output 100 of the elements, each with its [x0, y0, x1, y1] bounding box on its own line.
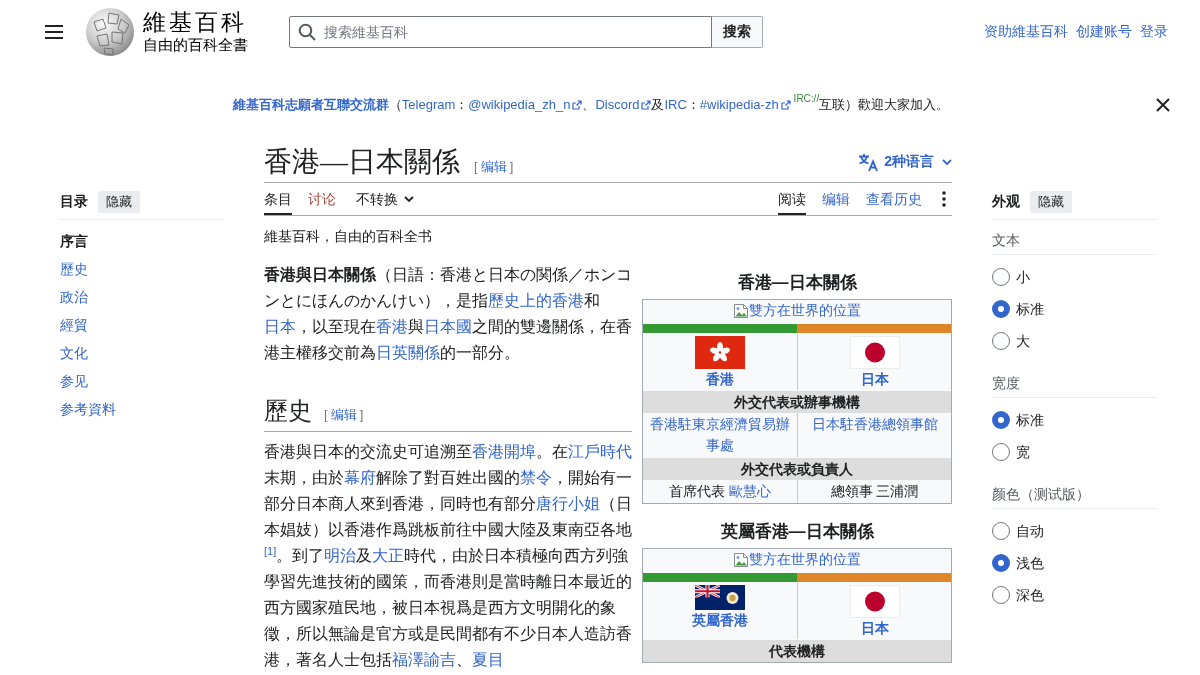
hide-button[interactable]: 隐藏 [1030, 191, 1072, 213]
more-options-icon[interactable] [942, 191, 946, 207]
radio-label[interactable]: 宽 [1016, 442, 1030, 462]
external-link[interactable]: Discord [595, 97, 652, 112]
infobox-header: 外交代表或辦事機構 [643, 391, 951, 413]
toc-item[interactable]: 經貿 [60, 311, 88, 339]
text-link[interactable]: 夏目 [472, 651, 504, 668]
reference-link[interactable]: [1] [264, 545, 277, 557]
toc-item[interactable]: 参见 [60, 367, 88, 395]
radio-button[interactable] [992, 332, 1010, 350]
section-heading: 歷史 [264, 397, 312, 426]
external-link-icon [780, 100, 791, 110]
page-title: 香港—日本關係 [264, 145, 460, 179]
radio-button[interactable] [992, 300, 1010, 318]
tab[interactable]: 编辑 [822, 183, 850, 215]
search-field[interactable]: 搜索維基百科 [289, 16, 712, 48]
group-label: 宽度 [992, 373, 1156, 398]
country-link[interactable]: 英屬香港 [692, 610, 748, 631]
broken-image-icon [733, 302, 749, 319]
radio-button[interactable] [992, 443, 1010, 461]
site-tagline: 自由的百科全書 [143, 36, 248, 55]
appearance-title: 外观 [992, 193, 1020, 211]
external-link-icon [641, 100, 652, 110]
infobox-link[interactable]: 香港駐東京經濟貿易辦事處 [647, 414, 793, 456]
text-link[interactable]: 日本 [264, 318, 296, 335]
flag-icon [849, 336, 900, 369]
radio-button[interactable] [992, 554, 1010, 572]
text-link[interactable]: 江戶時代 [568, 443, 632, 460]
radio-label[interactable]: 标准 [1016, 410, 1044, 430]
flag-icon [849, 585, 900, 618]
header-link[interactable]: 资助維基百科 [984, 23, 1068, 41]
toc-item[interactable]: 文化 [60, 339, 88, 367]
external-link-icon [572, 100, 583, 110]
country-link[interactable]: 香港 [706, 369, 734, 390]
radio-label[interactable]: 标准 [1016, 299, 1044, 319]
radio-label[interactable]: 自动 [1016, 521, 1044, 541]
text-link[interactable]: 歐慧心 [728, 483, 771, 499]
note-link[interactable]: IRC:// [793, 93, 820, 104]
toc-item[interactable]: 参考資料 [60, 395, 116, 423]
external-link[interactable]: @wikipedia_zh_n [468, 97, 583, 112]
toc-item[interactable]: 序言 [60, 227, 88, 255]
infobox-header: 代表機構 [643, 640, 951, 662]
text-link[interactable]: 香港 [376, 318, 408, 335]
search-button[interactable]: 搜索 [712, 16, 763, 48]
close-icon[interactable] [1155, 97, 1171, 113]
infobox-text: 總領事 三浦潤 [830, 483, 919, 499]
paragraph: 香港與日本關係（日語：香港と日本の関係／ホンコンとにほんのかんけい），是指歷史上的香港和 日本，以至現在香港與日本國之間的雙邊關係，在香港主權移交前為日英關係的一部分。 [264, 265, 632, 363]
text-link[interactable]: 福澤諭吉 [392, 651, 456, 668]
text-link[interactable]: Telegram [401, 97, 456, 112]
site-subtitle: 維基百科，自由的百科全书 [264, 227, 433, 246]
image-alt-text[interactable]: 雙方在世界的位置 [749, 549, 861, 570]
radio-button[interactable] [992, 268, 1010, 286]
edit-link[interactable]: [ 编辑 ] [324, 406, 364, 424]
dropdown-tab[interactable]: 不转换 [352, 183, 414, 215]
text-link[interactable]: 幕府 [344, 469, 376, 486]
header-link[interactable]: 登录 [1140, 23, 1168, 41]
text-link[interactable]: 禁令 [520, 469, 552, 486]
radio-button[interactable] [992, 411, 1010, 429]
tab[interactable]: 讨论 [308, 183, 336, 215]
puzzle-globe-icon[interactable] [85, 7, 135, 57]
radio-label[interactable]: 小 [1016, 267, 1030, 287]
country-link[interactable]: 日本 [860, 369, 889, 390]
broken-image-icon [733, 551, 749, 568]
paragraph: 香港與日本的交流史可追溯至香港開埠。在江戶時代 末期，由於幕府解除了對百姓出國的禁令，開始有一部分日本商人來到香港，同時也有部分唐行小姐（日本娼妓）以香港作爲跳板前往中國大陸及東南亞各地 $^{[1]}$。到了明治及大正時代，由於日本積極向西方列強學習先進技術的國策，而香港則是當時離日本最近的西方國家殖民地，被日本視爲是西方文明開化的象徵，所以無論是官方或是民間都有不少日本人造訪香港，著名人士包括福澤諭吉、夏目 [264, 442, 632, 670]
group-label: 文本 [992, 230, 1156, 255]
group-label: 颜色（测试版） [992, 484, 1156, 509]
text-link[interactable]: 歷史上的香港 [488, 292, 584, 309]
radio-label[interactable]: 大 [1016, 331, 1030, 351]
translate-icon [858, 152, 879, 172]
flag-icon [695, 336, 745, 369]
radio-label[interactable]: 浅色 [1016, 553, 1044, 573]
text-link[interactable]: 明治 [324, 547, 357, 564]
text-link[interactable]: 大正 [372, 547, 405, 564]
text-link[interactable]: 日英關係 [376, 344, 440, 361]
menu-icon[interactable] [45, 25, 63, 39]
radio-label[interactable]: 深色 [1016, 585, 1044, 605]
infobox-link[interactable]: 日本駐香港總領事館 [811, 414, 938, 435]
site-title[interactable]: 維基百科 [143, 9, 248, 36]
text-link[interactable]: 日本國 [424, 318, 472, 335]
text-link[interactable]: 香港開埠 [472, 443, 536, 460]
text-link[interactable]: 維基百科志願者互聯交流群 [232, 97, 389, 112]
radio-button[interactable] [992, 586, 1010, 604]
radio-button[interactable] [992, 522, 1010, 540]
toc-item[interactable]: 歷史 [60, 255, 88, 283]
edit-link[interactable]: [ 编辑 ] [474, 158, 514, 176]
caret-icon [404, 196, 414, 202]
language-button[interactable]: 2种语言 [858, 152, 952, 172]
text-link[interactable]: IRC [664, 97, 687, 112]
toc-title: 目录 [60, 193, 88, 211]
external-link[interactable]: #wikipedia-zh [699, 97, 791, 112]
tab[interactable]: 查看历史 [866, 183, 922, 215]
image-alt-text[interactable]: 雙方在世界的位置 [749, 300, 861, 321]
infobox-title: 香港—日本關係 [736, 272, 859, 294]
tab[interactable]: 条目 [264, 183, 292, 215]
hide-button[interactable]: 隐藏 [98, 191, 140, 213]
country-link[interactable]: 日本 [860, 618, 889, 639]
toc-item[interactable]: 政治 [60, 283, 88, 311]
text-link[interactable]: 唐行小姐 [536, 495, 600, 512]
header-link[interactable]: 创建账号 [1076, 23, 1132, 41]
tab[interactable]: 阅读 [778, 183, 806, 215]
